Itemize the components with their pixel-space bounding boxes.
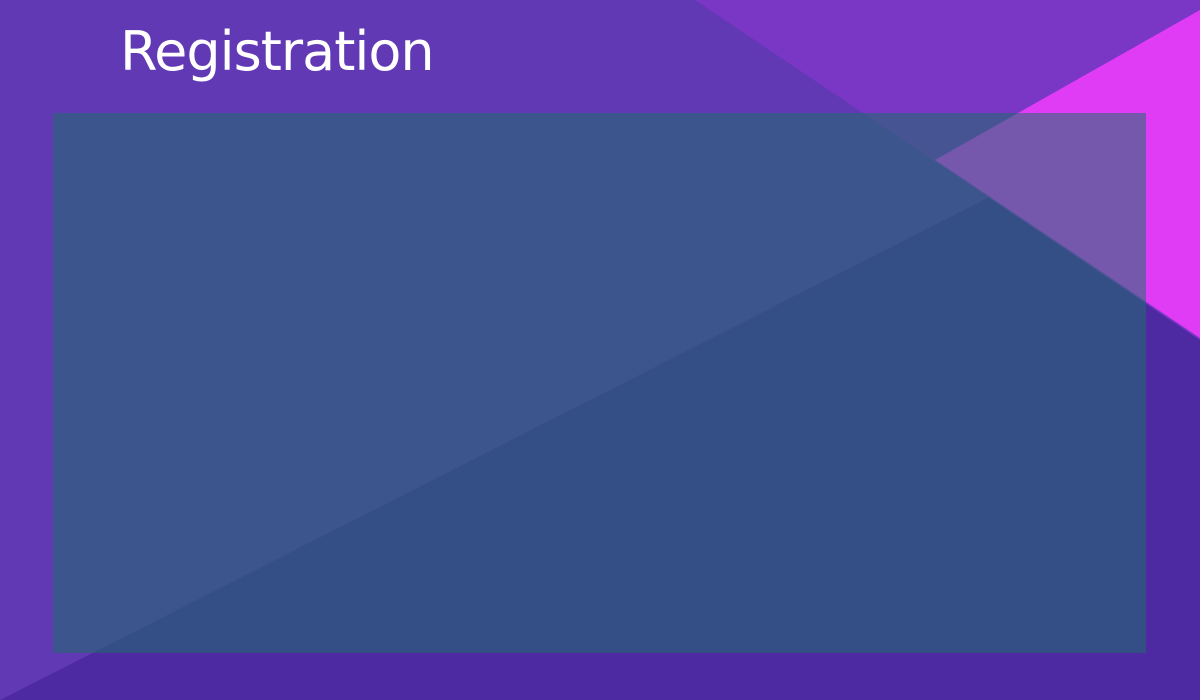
page-title: Registration (120, 20, 435, 83)
registration-form-panel (53, 113, 1146, 653)
